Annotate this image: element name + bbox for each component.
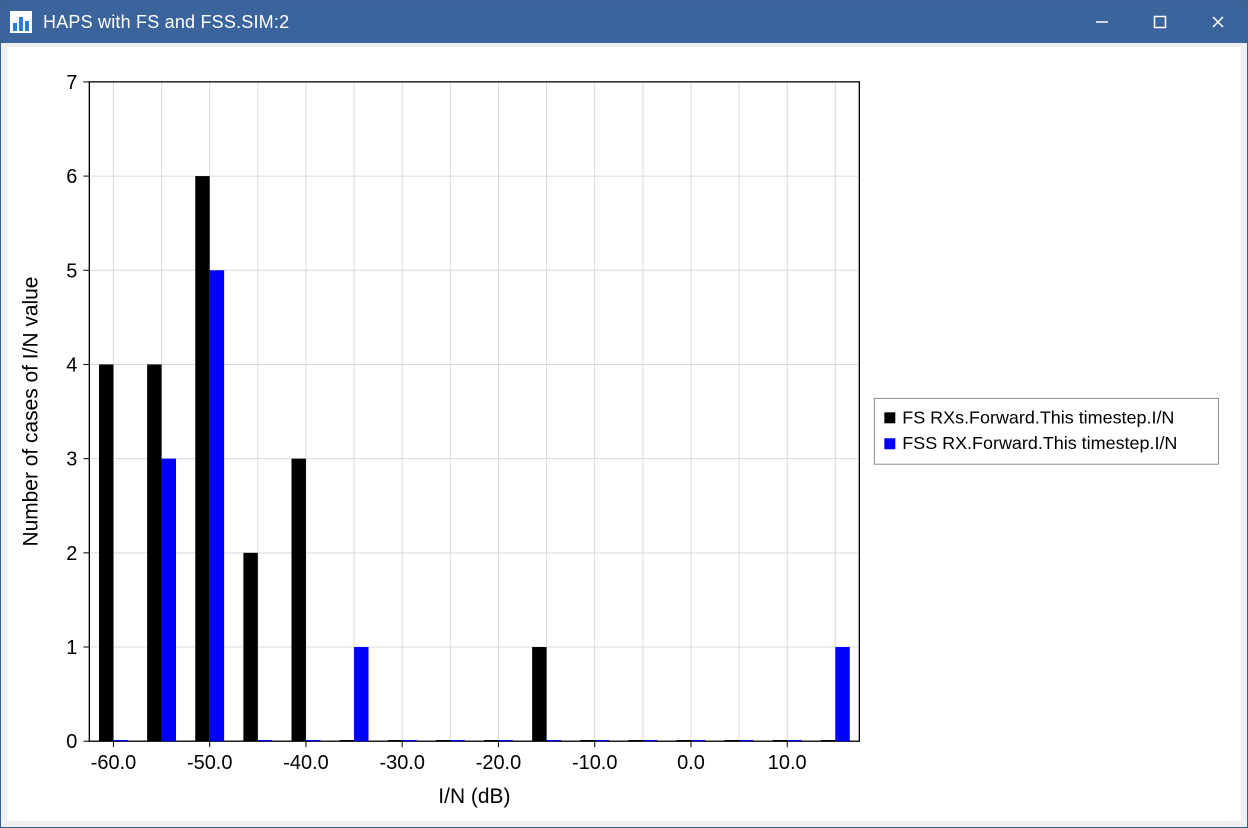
svg-text:-30.0: -30.0: [379, 752, 424, 774]
svg-text:-40.0: -40.0: [283, 752, 328, 774]
minimize-button[interactable]: [1073, 1, 1131, 43]
histogram-app-icon: [9, 10, 33, 34]
svg-text:10.0: 10.0: [768, 752, 807, 774]
content-area: -60.0 -50.0 -40.0 -30.0 -20.0 -10.0 0.0 10.0 0 1 2…: [1, 43, 1247, 827]
window-frame: HAPS with FS and FSS.SIM:2 -60.0 -50.0 -40…: [0, 0, 1248, 828]
svg-text:FSS RX.Forward.This timestep.I: FSS RX.Forward.This timestep.I/N: [902, 433, 1177, 453]
maximize-button[interactable]: [1131, 1, 1189, 43]
chart-container: -60.0 -50.0 -40.0 -30.0 -20.0 -10.0 0.0 10.0 0 1 2…: [7, 47, 1241, 821]
close-button[interactable]: [1189, 1, 1247, 43]
svg-text:0.0: 0.0: [677, 752, 705, 774]
svg-text:-60.0: -60.0: [91, 752, 136, 774]
window-controls: [1073, 1, 1247, 43]
svg-text:1: 1: [66, 637, 77, 659]
svg-text:2: 2: [66, 543, 77, 565]
titlebar[interactable]: HAPS with FS and FSS.SIM:2: [1, 1, 1247, 43]
svg-text:7: 7: [66, 72, 77, 94]
svg-text:I/N (dB): I/N (dB): [438, 785, 510, 808]
svg-text:3: 3: [66, 449, 77, 471]
svg-text:4: 4: [66, 354, 77, 376]
histogram-chart: -60.0 -50.0 -40.0 -30.0 -20.0 -10.0 0.0 10.0 0 1 2…: [7, 47, 1241, 821]
svg-text:-10.0: -10.0: [572, 752, 617, 774]
window-title: HAPS with FS and FSS.SIM:2: [43, 12, 1073, 33]
svg-text:6: 6: [66, 166, 77, 188]
svg-text:-20.0: -20.0: [476, 752, 521, 774]
svg-text:-50.0: -50.0: [187, 752, 232, 774]
svg-text:FS RXs.Forward.This timestep.I: FS RXs.Forward.This timestep.I/N: [902, 407, 1174, 427]
svg-text:0: 0: [66, 731, 77, 753]
svg-text:Number of cases of I/N value: Number of cases of I/N value: [20, 277, 43, 547]
minimize-icon: [1095, 15, 1109, 29]
svg-text:5: 5: [66, 260, 77, 282]
maximize-icon: [1153, 15, 1167, 29]
close-icon: [1211, 15, 1225, 29]
